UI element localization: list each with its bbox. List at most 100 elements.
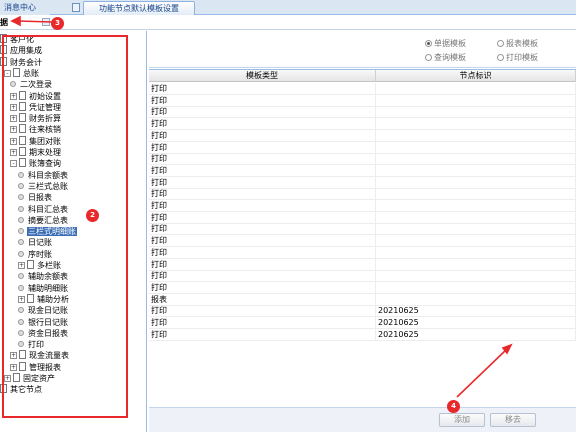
expand-icon[interactable]: +: [18, 295, 25, 303]
tree-node[interactable]: 三栏式明细账: [18, 226, 77, 238]
tree-node[interactable]: + 管理报表: [10, 361, 62, 374]
option-bill-template[interactable]: 单据模板: [425, 38, 466, 49]
column-header-node-id[interactable]: 节点标识: [376, 70, 576, 82]
table-row[interactable]: 打印: [149, 235, 576, 248]
table-row[interactable]: 打印: [149, 153, 576, 166]
table-row[interactable]: 打印: [149, 176, 576, 189]
function-node-tree[interactable]: 客户化 应用集成 财务会计 - 总账 二次登录 + 初始设置 + 凭证管理 + 财务折算 + 往来核销 + 集…: [0, 31, 147, 432]
expand-icon[interactable]: +: [10, 103, 17, 111]
expand-icon[interactable]: +: [10, 115, 17, 123]
table-row[interactable]: 打印 20210625: [149, 328, 576, 341]
tree-node[interactable]: 其它节点: [0, 384, 43, 396]
tree-node[interactable]: 科目汇总表: [18, 204, 69, 216]
table-row[interactable]: 打印: [149, 83, 576, 95]
tree-node-label: 应用集成: [10, 46, 42, 56]
refresh-icon[interactable]: [42, 18, 50, 26]
tree-node[interactable]: + 集团对账: [10, 135, 62, 148]
leaf-node-icon: [18, 216, 24, 223]
expand-icon[interactable]: +: [10, 137, 17, 145]
table-row[interactable]: 打印: [149, 129, 576, 142]
document-icon: [19, 124, 26, 134]
table-row[interactable]: 打印: [149, 246, 576, 259]
tree-node[interactable]: + 期末处理: [10, 147, 62, 159]
remove-button[interactable]: 移去: [490, 413, 536, 427]
table-row[interactable]: 报表: [149, 293, 576, 306]
add-button[interactable]: 添加: [439, 413, 485, 427]
tree-node[interactable]: 辅助余额表: [18, 271, 69, 283]
tree-node[interactable]: 科目余额表: [18, 170, 69, 182]
tab-message-center[interactable]: 消息中心: [0, 1, 50, 15]
column-header-template-type[interactable]: 模板类型: [149, 70, 376, 82]
cell-template-type: 打印: [149, 118, 376, 131]
tab-strip: 消息中心 功能节点默认模板设置: [0, 0, 576, 15]
tree-node[interactable]: + 多栏账: [18, 260, 62, 272]
tree-node[interactable]: 日记账: [18, 237, 53, 249]
table-row[interactable]: 打印: [149, 94, 576, 107]
tree-node[interactable]: + 财务折算: [10, 113, 62, 125]
tab-default-template-settings[interactable]: 功能节点默认模板设置: [83, 1, 195, 15]
cell-template-type: 打印: [149, 164, 376, 177]
document-icon: [0, 56, 7, 66]
tree-node[interactable]: 财务会计: [0, 56, 43, 69]
leaf-node-icon: [18, 239, 24, 246]
table-row[interactable]: 打印 20210625: [149, 305, 576, 318]
table-row[interactable]: 打印: [149, 200, 576, 212]
tree-node[interactable]: + 现金流量表: [10, 350, 70, 362]
tree-node[interactable]: 辅助明细账: [18, 283, 69, 295]
annotation-badge-3: 3: [51, 17, 64, 30]
option-query-template[interactable]: 查询模板: [425, 52, 466, 63]
tree-node[interactable]: + 固定资产: [4, 373, 56, 385]
tree-node[interactable]: - 总账: [4, 67, 40, 80]
tree-node[interactable]: 应用集成: [0, 45, 43, 57]
tree-node[interactable]: + 辅助分析: [18, 293, 70, 306]
table-row[interactable]: 打印: [149, 270, 576, 283]
collapse-icon[interactable]: -: [4, 69, 11, 77]
tree-node-label: 其它节点: [10, 385, 42, 395]
table-row[interactable]: 打印: [149, 141, 576, 154]
option-report-template[interactable]: 报表模板: [497, 38, 538, 49]
expand-icon[interactable]: +: [10, 126, 17, 134]
tree-node[interactable]: 现金日记账: [18, 305, 69, 317]
tree-node[interactable]: 三栏式总账: [18, 181, 69, 193]
tree-node[interactable]: 日报表: [18, 192, 53, 204]
option-label: 报表模板: [506, 39, 538, 48]
expand-icon[interactable]: +: [4, 375, 11, 382]
table-row[interactable]: 打印: [149, 211, 576, 224]
table-row[interactable]: 打印: [149, 281, 576, 294]
table-row[interactable]: 打印: [149, 188, 576, 201]
table-row[interactable]: 打印: [149, 106, 576, 119]
tree-node[interactable]: 打印: [18, 339, 45, 351]
expand-icon[interactable]: +: [18, 262, 25, 269]
option-print-template[interactable]: 打印模板: [497, 52, 538, 63]
tree-node[interactable]: - 账簿查询: [10, 158, 62, 170]
cell-template-type: 打印: [149, 153, 376, 166]
cell-node-id: [376, 164, 576, 177]
tree-node-label: 日记账: [28, 238, 52, 248]
table-row[interactable]: 打印 20210625: [149, 317, 576, 329]
cell-template-type: 报表: [149, 293, 376, 306]
tree-node[interactable]: 序时账: [18, 249, 53, 261]
tree-node[interactable]: 摘要汇总表: [18, 215, 69, 227]
cell-node-id: [376, 83, 576, 95]
cell-node-id: [376, 106, 576, 119]
table-row[interactable]: 打印: [149, 223, 576, 236]
expand-icon[interactable]: +: [10, 149, 17, 156]
tab-label: 功能节点默认模板设置: [99, 4, 179, 13]
table-row[interactable]: 打印: [149, 164, 576, 177]
expand-icon[interactable]: +: [10, 92, 17, 100]
tree-node[interactable]: + 往来核销: [10, 124, 62, 136]
tree-node[interactable]: + 凭证管理: [10, 101, 62, 114]
leaf-node-icon: [18, 182, 24, 189]
tree-node[interactable]: 银行日记账: [18, 317, 69, 329]
tree-node-label: 三栏式明细账: [27, 227, 77, 237]
expand-icon[interactable]: +: [10, 352, 17, 360]
option-label: 打印模板: [506, 53, 538, 62]
table-row[interactable]: 打印: [149, 118, 576, 131]
tree-node[interactable]: + 初始设置: [10, 90, 62, 103]
tree-node[interactable]: 资金日报表: [18, 328, 69, 340]
expand-icon[interactable]: +: [10, 363, 17, 371]
collapse-icon[interactable]: -: [10, 160, 17, 168]
table-row[interactable]: 打印: [149, 258, 576, 271]
tree-node[interactable]: 客户化: [0, 34, 35, 46]
tree-node[interactable]: 二次登录: [10, 79, 53, 91]
